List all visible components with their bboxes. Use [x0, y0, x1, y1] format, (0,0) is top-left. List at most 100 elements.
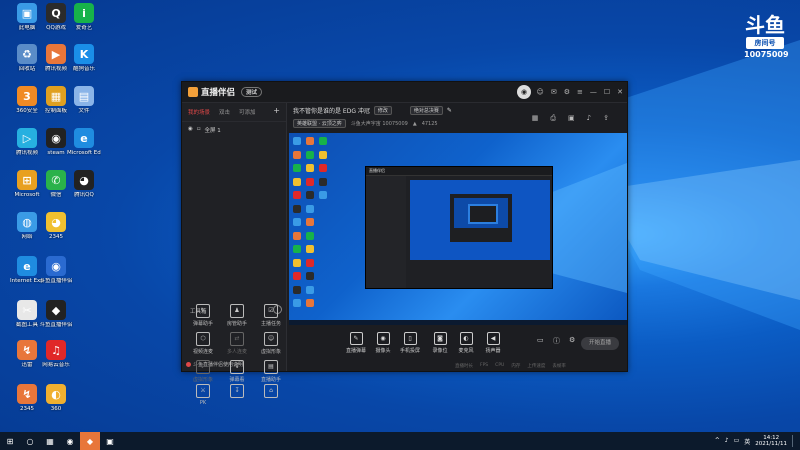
preview-desktop-icon	[306, 299, 314, 307]
screen-icon[interactable]: ▣	[568, 114, 575, 123]
tool-button[interactable]: ☑ 主播任务	[256, 304, 286, 327]
live-assistant-icon[interactable]: ◆	[80, 432, 100, 450]
eye-icon[interactable]: ◉	[188, 126, 193, 134]
clock[interactable]: 14:12 2021/11/11	[755, 435, 787, 447]
mail-icon[interactable]: ✉	[551, 88, 557, 96]
scene-tabs: 我的场景 双击 可添加 +	[182, 103, 286, 122]
start-icon[interactable]: ⊞	[0, 432, 20, 450]
settings-icon[interactable]: ⚙	[569, 336, 575, 344]
tool-label: 视频连麦	[192, 349, 213, 355]
maximize-icon[interactable]: ☐	[604, 88, 610, 96]
search-icon[interactable]: ○	[20, 432, 40, 450]
phone-cast-button[interactable]: ▯ 手机投屏	[397, 332, 423, 354]
preview-desktop-icon	[306, 164, 314, 172]
game-category-chip[interactable]: 英雄联盟 · 云顶之弈	[293, 119, 346, 128]
tool-button[interactable]: ⚔ PK	[188, 384, 218, 406]
desktop-icon[interactable]: ◕ 腾讯QQ	[67, 170, 101, 198]
desktop-icon[interactable]: e Microsoft Edge	[67, 128, 101, 156]
desktop-app-icon: Q	[46, 3, 66, 23]
tool-button[interactable]: ▤ 直播助手	[256, 360, 286, 383]
desktop-app-icon: ◕	[74, 170, 94, 190]
speaker-button[interactable]: ◀ 扬声器	[480, 332, 506, 354]
tool-button[interactable]: ⇄ 多人连麦	[222, 332, 252, 355]
record-button[interactable]: ◙ 录像位	[427, 332, 453, 354]
preview-desktop-icon	[293, 164, 301, 172]
camera-icon[interactable]: ▭	[537, 336, 544, 344]
tool-icon: ▤	[264, 360, 278, 374]
show-desktop-button[interactable]	[792, 435, 796, 447]
fire-icon: ▲	[412, 120, 417, 127]
live-assistant-window: 直播伴侣 测试 ◉ ☺ ✉ ⚙ ≡ — ☐ ✕ 我的场景 双击 可添加 + ◉ ▫ 全屏 1…	[181, 81, 628, 406]
danmu-button[interactable]: ✎ 直播弹幕	[343, 332, 369, 354]
camera-source-button[interactable]: ◉ 摄像头	[370, 332, 396, 354]
desktop-icon[interactable]: i 爱奇艺	[67, 3, 101, 31]
preview-desktop-icon	[319, 177, 327, 186]
tool-label: PK	[199, 400, 207, 406]
share-icon[interactable]: ⇪	[603, 114, 609, 123]
lock-icon[interactable]: ⎙	[550, 114, 556, 123]
tool-button[interactable]: ⬡ 视频连麦	[188, 332, 218, 355]
desktop-app-icon: ▶	[46, 44, 66, 64]
tool-button[interactable]: ↧	[222, 384, 252, 400]
live-preview[interactable]: 直播伴侣	[289, 133, 627, 325]
tool-label: 直播助手	[260, 377, 281, 383]
desktop-icon-label: 斗鱼直播伴侣	[39, 322, 73, 328]
minimize-icon[interactable]: —	[590, 88, 597, 96]
preview-desktop-icon	[293, 191, 301, 199]
nested-window-title: 直播伴侣	[366, 167, 552, 176]
volume-icon[interactable]: ♪	[725, 437, 729, 446]
tool-button[interactable]: ↧ 弹幕看	[222, 360, 252, 383]
version-badge[interactable]: 测试	[241, 87, 263, 97]
preview-desktop-icon	[293, 204, 301, 213]
tab-addable[interactable]: 可添加	[239, 108, 256, 116]
nested-preview-window: 直播伴侣	[365, 166, 553, 289]
tool-button[interactable]: ♪ 虚拟形象	[188, 360, 218, 383]
category-chip[interactable]: 绝对总决赛	[409, 106, 443, 115]
network-icon[interactable]: ▭	[734, 437, 740, 446]
info-icon[interactable]: ⓘ	[553, 336, 560, 346]
desktop-app-icon: ◉	[46, 256, 66, 276]
close-icon[interactable]: ✕	[617, 88, 623, 96]
room-tool-icons: ▦ ⎙ ▣ ♪ ⇪	[532, 114, 609, 123]
add-scene-icon[interactable]: +	[273, 106, 280, 115]
edit-title-button[interactable]: 修改	[373, 106, 392, 115]
desktop-icon[interactable]: ◆ 斗鱼直播伴侣	[39, 300, 73, 328]
tool-button[interactable]: ♟ 房管助手	[222, 304, 252, 327]
mic-button[interactable]: ◐ 麦克风	[453, 332, 479, 354]
layout-icon[interactable]: ▦	[532, 114, 539, 123]
tool-button[interactable]: ☺ 虚拟形象	[256, 332, 286, 355]
preview-desktop-icon	[293, 218, 301, 226]
control-icon: ◉	[376, 332, 390, 345]
gear-icon[interactable]: ⚙	[564, 88, 570, 96]
desktop-icon-label: Microsoft Edge	[67, 150, 101, 156]
desktop-icon[interactable]: ◉ 斗鱼直播伴侣	[39, 256, 73, 284]
tool-button[interactable]: ✎ 弹幕助手	[188, 304, 218, 327]
desktop-icon[interactable]: ♫ 网易云音乐	[39, 340, 73, 368]
tool-label: 虚拟形象	[260, 349, 281, 355]
task-view-icon[interactable]: ▦	[40, 432, 60, 450]
status-bar: 直播时长 FPS CPU 内存 上传速度 丢帧率	[455, 363, 566, 369]
avatar[interactable]: ◉	[517, 85, 531, 99]
tab-double[interactable]: 双击	[219, 108, 230, 116]
tool-icon: ↧	[230, 360, 244, 374]
app-brand: 直播伴侣 测试	[188, 86, 263, 98]
desktop-icon[interactable]: ◐ 360	[39, 384, 73, 412]
tray-expand-icon[interactable]: ^	[715, 437, 720, 446]
lock-icon[interactable]: ▫	[197, 126, 201, 134]
tab-my-scene[interactable]: 我的场景	[188, 108, 210, 116]
smile-icon[interactable]: ☺	[537, 88, 544, 96]
desktop-icon[interactable]: ◕ 2345	[39, 212, 73, 240]
file-explorer-icon[interactable]: ▣	[100, 432, 120, 450]
pencil-icon[interactable]: ✎	[447, 107, 452, 114]
desktop-icon[interactable]: K 酷狗音乐	[67, 44, 101, 72]
bell-icon[interactable]: ♪	[587, 114, 591, 123]
desktop-icon[interactable]: ▤ 文件	[67, 86, 101, 114]
tool-label: 多人连麦	[226, 349, 247, 355]
tool-button[interactable]: ⌂	[256, 384, 286, 400]
menu-icon[interactable]: ≡	[577, 88, 583, 96]
scene-item[interactable]: ◉ ▫ 全屏 1	[182, 122, 286, 138]
start-live-button[interactable]: 开始直播	[581, 337, 619, 350]
ime-icon[interactable]: 英	[744, 437, 750, 446]
chrome-icon[interactable]: ◉	[60, 432, 80, 450]
desktop-app-icon: e	[74, 128, 94, 148]
